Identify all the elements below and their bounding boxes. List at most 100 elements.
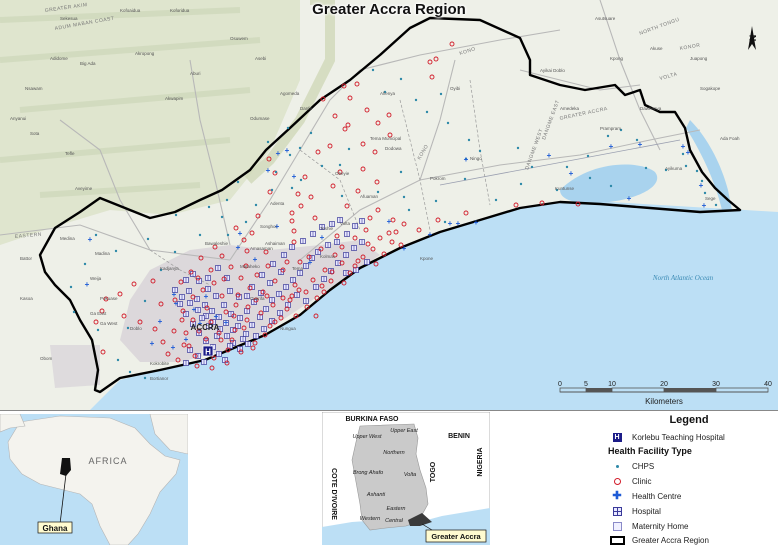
chps-marker <box>254 203 258 207</box>
clinic-circle-icon <box>613 477 621 485</box>
health-centre-cross-icon: ✚ <box>612 489 622 502</box>
chps-marker <box>467 138 471 142</box>
chps-marker <box>399 170 403 174</box>
place-label: Tefle <box>65 151 75 156</box>
place-label: Afienya <box>380 91 396 96</box>
hospital-marker <box>303 298 309 304</box>
hospital-marker <box>227 288 233 294</box>
chps-marker <box>143 299 147 303</box>
place-label: Bortianor <box>150 376 169 381</box>
cote-divoire-label: COTE D'IVOIRE <box>330 468 337 520</box>
svg-text:N: N <box>748 35 758 42</box>
hospital-square-icon <box>612 506 622 516</box>
legend-korlebu-label: Korlebu Teaching Hospital <box>632 432 725 442</box>
hospital-marker <box>183 360 189 366</box>
nigeria-label: NIGERIA <box>477 447 484 476</box>
place-label: Kofoaidua <box>120 8 141 13</box>
korlebu-hospital-icon: H <box>612 432 622 442</box>
hospital-marker <box>321 276 327 282</box>
hospital-marker <box>183 277 189 283</box>
legend-item-health-centre: ✚ Health Centre <box>608 489 681 503</box>
legend-health-centre-label: Health Centre <box>632 491 682 501</box>
chps-marker <box>443 220 447 224</box>
place-label: Kuntunse <box>555 186 575 191</box>
maternity-square-icon <box>612 521 622 531</box>
scale-tick-label: 40 <box>764 381 772 388</box>
sea-label: North Atlantic Ocean <box>652 274 714 282</box>
chps-marker <box>376 190 380 194</box>
chps-marker <box>274 170 278 174</box>
place-label: Kolmas <box>320 254 336 259</box>
chps-marker <box>309 131 313 135</box>
hospital-marker <box>297 270 303 276</box>
chps-marker <box>609 184 613 188</box>
health-centre-marker: + <box>456 219 461 228</box>
place-label: Mataheko <box>240 264 260 269</box>
chps-marker <box>220 215 224 219</box>
hospital-marker <box>359 218 365 224</box>
map-title: Greater Accra Region <box>312 1 466 18</box>
chps-marker <box>69 285 73 289</box>
health-centre-marker: + <box>85 280 90 289</box>
scale-tick-label: 20 <box>660 381 668 388</box>
hospital-marker <box>289 244 295 250</box>
chps-marker <box>439 92 443 96</box>
health-centre-marker: + <box>192 305 197 314</box>
place-label: Weija <box>90 276 102 281</box>
place-label: Obeyie <box>335 171 350 176</box>
hospital-marker <box>294 292 300 298</box>
health-centre-marker: + <box>547 151 552 160</box>
health-centre-marker: + <box>236 243 241 252</box>
chps-marker <box>174 213 178 217</box>
place-label: Kasoa <box>20 296 33 301</box>
chps-marker <box>681 152 685 156</box>
burkina-faso-label: BURKINA FASO <box>345 416 399 423</box>
hospital-marker <box>186 288 192 294</box>
chps-marker <box>407 208 411 212</box>
ghana-label: Ghana <box>43 524 68 533</box>
place-label: Adenta <box>270 201 285 206</box>
hospital-marker <box>281 252 287 258</box>
place-label: Pokuase <box>100 296 118 301</box>
legend-title: Legend <box>669 414 709 426</box>
scale-tick-label: 30 <box>712 381 720 388</box>
hospital-marker <box>244 293 250 299</box>
place-label: Pokrom <box>430 176 446 181</box>
hospital-marker <box>267 280 273 286</box>
chps-marker <box>695 169 699 173</box>
chps-marker <box>266 140 270 144</box>
hospital-marker <box>263 306 269 312</box>
health-centre-marker: + <box>88 235 93 244</box>
health-centre-marker: + <box>428 230 433 239</box>
chps-marker <box>320 164 324 168</box>
place-label: Sota <box>30 131 40 136</box>
chps-marker <box>114 249 118 253</box>
hospital-marker <box>224 333 230 339</box>
place-label: Ga West <box>100 321 118 326</box>
health-centre-marker: + <box>464 155 469 164</box>
chps-marker <box>684 164 688 168</box>
place-label: Akuse <box>650 46 663 51</box>
place-label: Aburi <box>190 71 201 76</box>
health-centre-marker: + <box>569 169 574 178</box>
hospital-marker <box>201 359 207 365</box>
chps-marker <box>96 328 100 332</box>
ghana-region-label: Western <box>360 516 380 522</box>
chps-marker <box>116 358 120 362</box>
hospital-marker <box>205 275 211 281</box>
health-centre-marker: + <box>253 255 258 264</box>
place-label: Asebi <box>255 56 266 61</box>
place-label: Agomeda <box>280 91 300 96</box>
hospital-marker <box>283 284 289 290</box>
hospital-marker <box>290 277 296 283</box>
place-label: Nsawam <box>25 86 43 91</box>
hospital-marker <box>240 336 246 342</box>
place-label: Amedeka <box>560 106 580 111</box>
hospital-marker <box>179 294 185 300</box>
health-centre-marker: + <box>308 258 313 267</box>
place-label: Koforidua <box>170 8 190 13</box>
place-label: Anyanui <box>10 116 26 121</box>
ghana-inset-map: Upper East Upper West Northern Brong Ahafo V… <box>322 412 490 545</box>
place-label: Big Ada <box>80 61 96 66</box>
ghana-region-label: Volta <box>404 472 416 478</box>
